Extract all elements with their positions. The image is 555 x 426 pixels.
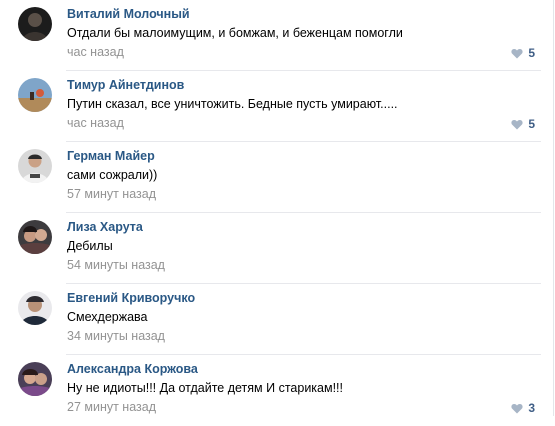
like-count: 5 xyxy=(528,117,535,131)
heart-icon xyxy=(511,119,523,129)
comment-text: Ну не идиоты!!! Да отдайте детям И стари… xyxy=(67,381,344,395)
avatar[interactable] xyxy=(18,291,52,325)
comment-list: Виталий Молочный Отдали бы малоимущим, и… xyxy=(0,0,554,416)
comment-time[interactable]: час назад xyxy=(67,116,124,130)
avatar[interactable] xyxy=(18,7,52,41)
avatar[interactable] xyxy=(18,362,52,396)
comment-item: Тимур Айнетдинов Путин сказал, все уничт… xyxy=(0,71,553,142)
comment-item: Александра Коржова Ну не идиоты!!! Да от… xyxy=(0,355,553,426)
comment-time[interactable]: 57 минут назад xyxy=(67,187,156,201)
like-button[interactable]: 5 xyxy=(511,116,535,132)
comment-item: Виталий Молочный Отдали бы малоимущим, и… xyxy=(0,0,553,71)
comment-text: Отдали бы малоимущим, и бомжам, и беженц… xyxy=(67,26,403,40)
comment-text: Путин сказал, все уничтожить. Бедные пус… xyxy=(67,97,398,111)
comment-time[interactable]: 27 минут назад xyxy=(67,400,156,414)
comment-author[interactable]: Герман Майер xyxy=(67,149,155,163)
comment-author[interactable]: Лиза Харута xyxy=(67,220,143,234)
comment-author[interactable]: Александра Коржова xyxy=(67,362,198,376)
heart-icon xyxy=(511,48,523,58)
comment-time[interactable]: 34 минуты назад xyxy=(67,329,165,343)
avatar[interactable] xyxy=(18,149,52,183)
avatar[interactable] xyxy=(18,220,52,254)
comment-author[interactable]: Тимур Айнетдинов xyxy=(67,78,184,92)
comment-item: Герман Майер сами сожрали)) 57 минут наз… xyxy=(0,142,553,213)
comment-item: Лиза Харута Дебилы 54 минуты назад xyxy=(0,213,553,284)
comment-time[interactable]: час назад xyxy=(67,45,124,59)
like-button[interactable]: 3 xyxy=(511,400,535,416)
comment-text: Дебилы xyxy=(67,239,113,253)
avatar[interactable] xyxy=(18,78,52,112)
like-count: 3 xyxy=(528,401,535,415)
comment-author[interactable]: Евгений Криворучко xyxy=(67,291,195,305)
comment-text: сами сожрали)) xyxy=(67,168,158,182)
comment-item: Евгений Криворучко Смехдержава 34 минуты… xyxy=(0,284,553,355)
like-count: 5 xyxy=(528,46,535,60)
like-button[interactable]: 5 xyxy=(511,45,535,61)
heart-icon xyxy=(511,403,523,413)
comment-time[interactable]: 54 минуты назад xyxy=(67,258,165,272)
comment-author[interactable]: Виталий Молочный xyxy=(67,7,190,21)
comment-text: Смехдержава xyxy=(67,310,148,324)
